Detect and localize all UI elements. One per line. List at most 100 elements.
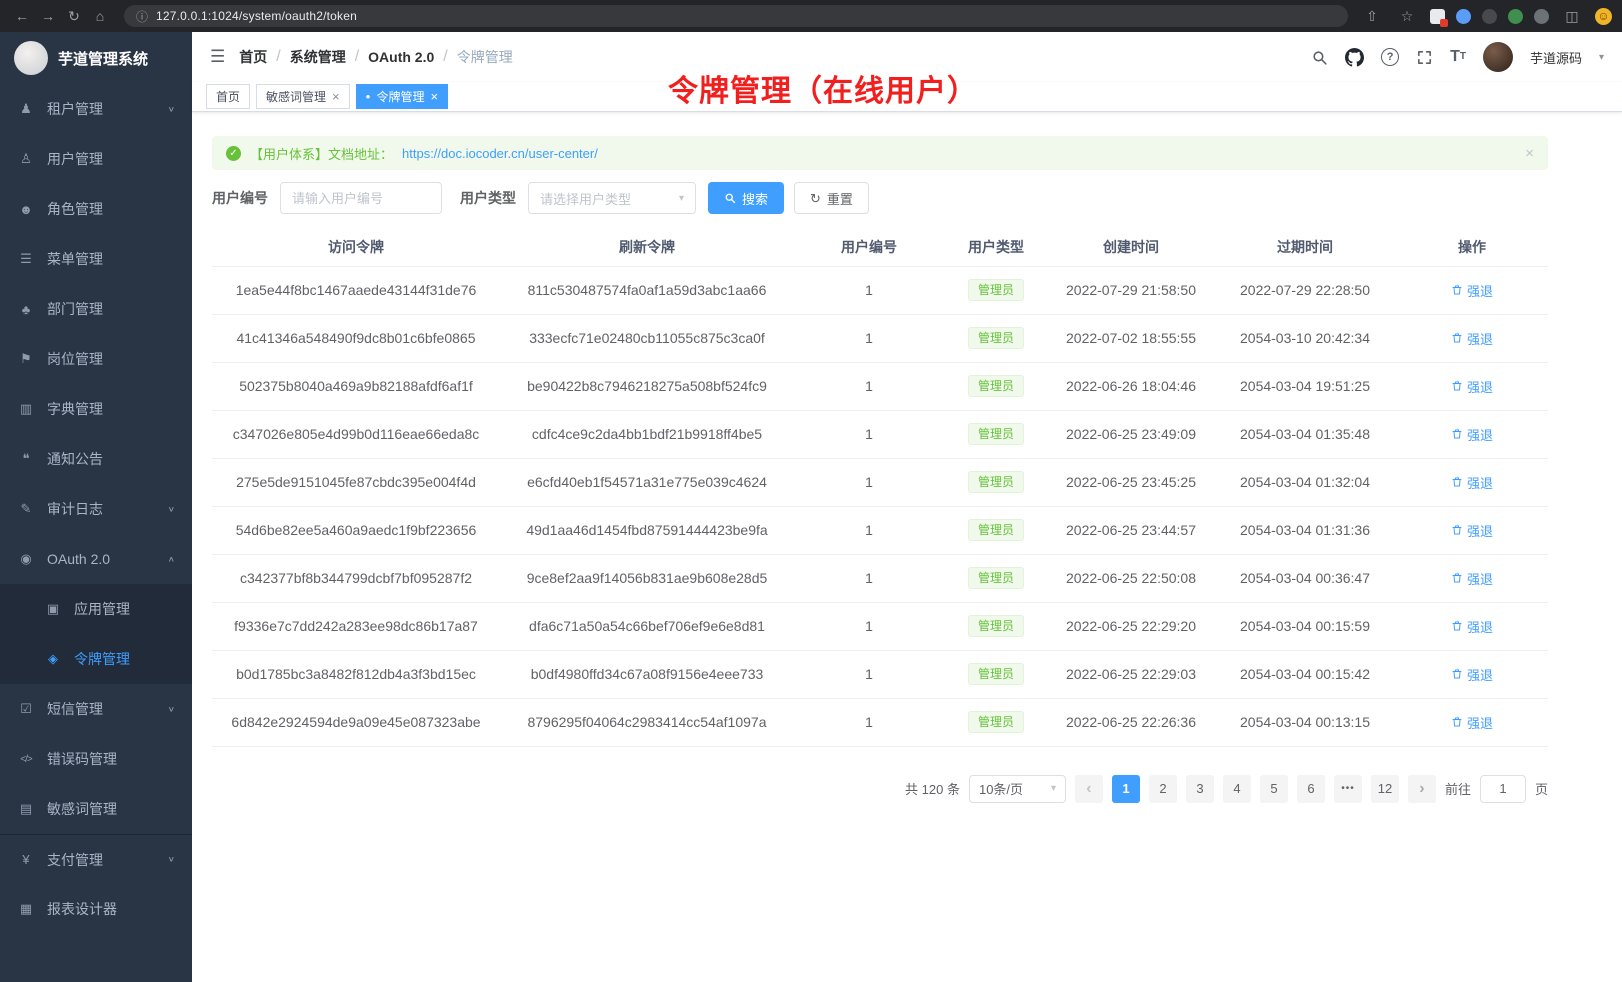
user-id-input[interactable] — [280, 182, 442, 214]
tab-token[interactable]: ● 令牌管理 × — [356, 84, 448, 109]
sidebar-item-pay[interactable]: ¥ 支付管理 ∨ — [0, 834, 192, 884]
sidebar-item-report-designer[interactable]: ▦ 报表设计器 — [0, 884, 192, 934]
breadcrumb-home[interactable]: 首页 — [239, 47, 267, 67]
force-logout-button[interactable]: 强退 — [1451, 665, 1493, 684]
expire-time-cell: 2054-03-04 00:15:59 — [1214, 602, 1396, 650]
tab-sensitive-word[interactable]: 敏感词管理 × — [256, 84, 350, 109]
browser-profile-avatar[interactable]: ☺ — [1595, 8, 1612, 25]
error-code-icon: </> — [17, 754, 35, 765]
chevron-down-icon: ∨ — [168, 505, 175, 513]
sidebar-item-sensitive-word[interactable]: ▤ 敏感词管理 — [0, 784, 192, 834]
force-logout-button[interactable]: 强退 — [1451, 521, 1493, 540]
split-view-icon[interactable]: ◫ — [1560, 9, 1584, 23]
extension-dark-icon[interactable] — [1482, 9, 1497, 24]
extension-green-icon[interactable] — [1508, 9, 1523, 24]
user-type-select[interactable]: 请选择用户类型 ▾ — [528, 182, 696, 214]
forward-icon[interactable]: → — [36, 9, 60, 23]
github-icon[interactable] — [1345, 48, 1364, 67]
force-logout-button[interactable]: 强退 — [1451, 713, 1493, 732]
sidebar-item-audit-log[interactable]: ✎ 审计日志 ∨ — [0, 484, 192, 534]
goto-page-input[interactable] — [1480, 775, 1526, 803]
bookmark-star-icon[interactable]: ☆ — [1395, 9, 1419, 23]
page-size-select[interactable]: 10条/页 ▾ — [969, 775, 1066, 803]
sidebar-item-oauth2-token[interactable]: ◈ 令牌管理 — [0, 634, 192, 684]
user-type-cell: 管理员 — [944, 650, 1048, 698]
user-id-cell: 1 — [794, 314, 944, 362]
help-icon[interactable]: ? — [1381, 48, 1399, 66]
table-row: 6d842e2924594de9a09e45e087323abe 8796295… — [212, 698, 1548, 746]
close-icon[interactable]: × — [332, 90, 340, 103]
tab-home[interactable]: 首页 — [206, 84, 250, 109]
user-name[interactable]: 芋道源码 — [1530, 48, 1582, 67]
extension-badged-icon[interactable] — [1430, 9, 1445, 24]
search-button[interactable]: 搜索 — [708, 182, 784, 214]
page-button-5[interactable]: 5 — [1260, 775, 1288, 803]
token-table: 访问令牌 刷新令牌 用户编号 用户类型 创建时间 过期时间 操作 1ea5e44… — [212, 228, 1548, 747]
force-logout-button[interactable]: 强退 — [1451, 281, 1493, 300]
close-icon[interactable]: × — [430, 90, 438, 103]
breadcrumb-separator: / — [276, 48, 280, 66]
back-icon[interactable]: ← — [10, 9, 34, 23]
sidebar-item-oauth2[interactable]: ◉ OAuth 2.0 ∧ — [0, 534, 192, 584]
fullscreen-icon[interactable] — [1416, 49, 1433, 66]
refresh-token-cell: b0df4980ffd34c67a08f9156e4eee733 — [500, 650, 794, 698]
sidebar-item-user[interactable]: ♙ 用户管理 — [0, 134, 192, 184]
sidebar-item-role[interactable]: ☻ 角色管理 — [0, 184, 192, 234]
sidebar-item-dept[interactable]: ♣ 部门管理 — [0, 284, 192, 334]
expire-time-cell: 2054-03-04 01:32:04 — [1214, 458, 1396, 506]
sidebar: 芋道管理系统 ♟ 租户管理 ∨ ♙ 用户管理 ☻ 角色管理 ☰ 菜单管理 ♣ 部… — [0, 32, 192, 982]
page-button-3[interactable]: 3 — [1186, 775, 1214, 803]
col-create-time: 创建时间 — [1048, 228, 1214, 266]
font-size-icon[interactable]: TT — [1450, 49, 1466, 65]
doc-link[interactable]: https://doc.iocoder.cn/user-center/ — [402, 146, 598, 161]
access-token-cell: f9336e7c7dd242a283ee98dc86b17a87 — [212, 602, 500, 650]
sidebar-item-menu[interactable]: ☰ 菜单管理 — [0, 234, 192, 284]
extension-blue-icon[interactable] — [1456, 9, 1471, 24]
sms-icon: ☑ — [17, 701, 35, 717]
select-placeholder: 请选择用户类型 — [540, 189, 631, 208]
reload-icon[interactable]: ↻ — [62, 9, 86, 23]
address-bar[interactable]: ⓘ 127.0.0.1:1024/system/oauth2/token — [124, 5, 1348, 27]
force-logout-button[interactable]: 强退 — [1451, 617, 1493, 636]
force-logout-button[interactable]: 强退 — [1451, 377, 1493, 396]
page-button-12[interactable]: 12 — [1371, 775, 1399, 803]
sidebar-item-oauth2-application[interactable]: ▣ 应用管理 — [0, 584, 192, 634]
close-icon[interactable]: × — [1525, 145, 1534, 162]
caret-down-icon[interactable]: ▾ — [1599, 52, 1604, 63]
user-type-tag: 管理员 — [968, 471, 1024, 493]
page-button-4[interactable]: 4 — [1223, 775, 1251, 803]
sidebar-item-label: 应用管理 — [74, 599, 175, 619]
sidebar-item-notice[interactable]: ❝ 通知公告 — [0, 434, 192, 484]
user-avatar[interactable] — [1483, 42, 1513, 72]
prev-page-button[interactable]: ‹ — [1075, 775, 1103, 803]
page-button-2[interactable]: 2 — [1149, 775, 1177, 803]
page-button-1[interactable]: 1 — [1112, 775, 1140, 803]
share-icon[interactable]: ⇧ — [1360, 9, 1384, 23]
app-logo-row[interactable]: 芋道管理系统 — [0, 32, 192, 84]
reset-button[interactable]: ↻ 重置 — [794, 182, 869, 214]
force-logout-button[interactable]: 强退 — [1451, 329, 1493, 348]
table-row: 1ea5e44f8bc1467aaede43144f31de76 811c530… — [212, 266, 1548, 314]
expire-time-cell: 2054-03-04 00:13:15 — [1214, 698, 1396, 746]
extensions-puzzle-icon[interactable] — [1534, 9, 1549, 24]
sidebar-item-dict[interactable]: ▥ 字典管理 — [0, 384, 192, 434]
force-logout-button[interactable]: 强退 — [1451, 473, 1493, 492]
site-info-icon[interactable]: ⓘ — [136, 8, 148, 25]
breadcrumb-oauth2[interactable]: OAuth 2.0 — [368, 49, 434, 65]
search-icon[interactable] — [1311, 49, 1328, 66]
force-logout-button[interactable]: 强退 — [1451, 569, 1493, 588]
more-pages-button[interactable]: ••• — [1334, 775, 1362, 803]
page-button-6[interactable]: 6 — [1297, 775, 1325, 803]
create-time-cell: 2022-06-25 22:29:20 — [1048, 602, 1214, 650]
sidebar-item-post[interactable]: ⚑ 岗位管理 — [0, 334, 192, 384]
force-logout-button[interactable]: 强退 — [1451, 425, 1493, 444]
sidebar-item-tenant[interactable]: ♟ 租户管理 ∨ — [0, 84, 192, 134]
hamburger-icon[interactable]: ☰ — [210, 47, 225, 67]
breadcrumb-system[interactable]: 系统管理 — [290, 47, 346, 67]
next-page-button[interactable]: › — [1408, 775, 1436, 803]
sidebar-item-error-code[interactable]: </> 错误码管理 — [0, 734, 192, 784]
sidebar-item-sms[interactable]: ☑ 短信管理 ∨ — [0, 684, 192, 734]
home-icon[interactable]: ⌂ — [88, 9, 112, 23]
create-time-cell: 2022-06-25 23:44:57 — [1048, 506, 1214, 554]
browser-actions: ⇧ ☆ ◫ ☺ — [1360, 8, 1612, 25]
